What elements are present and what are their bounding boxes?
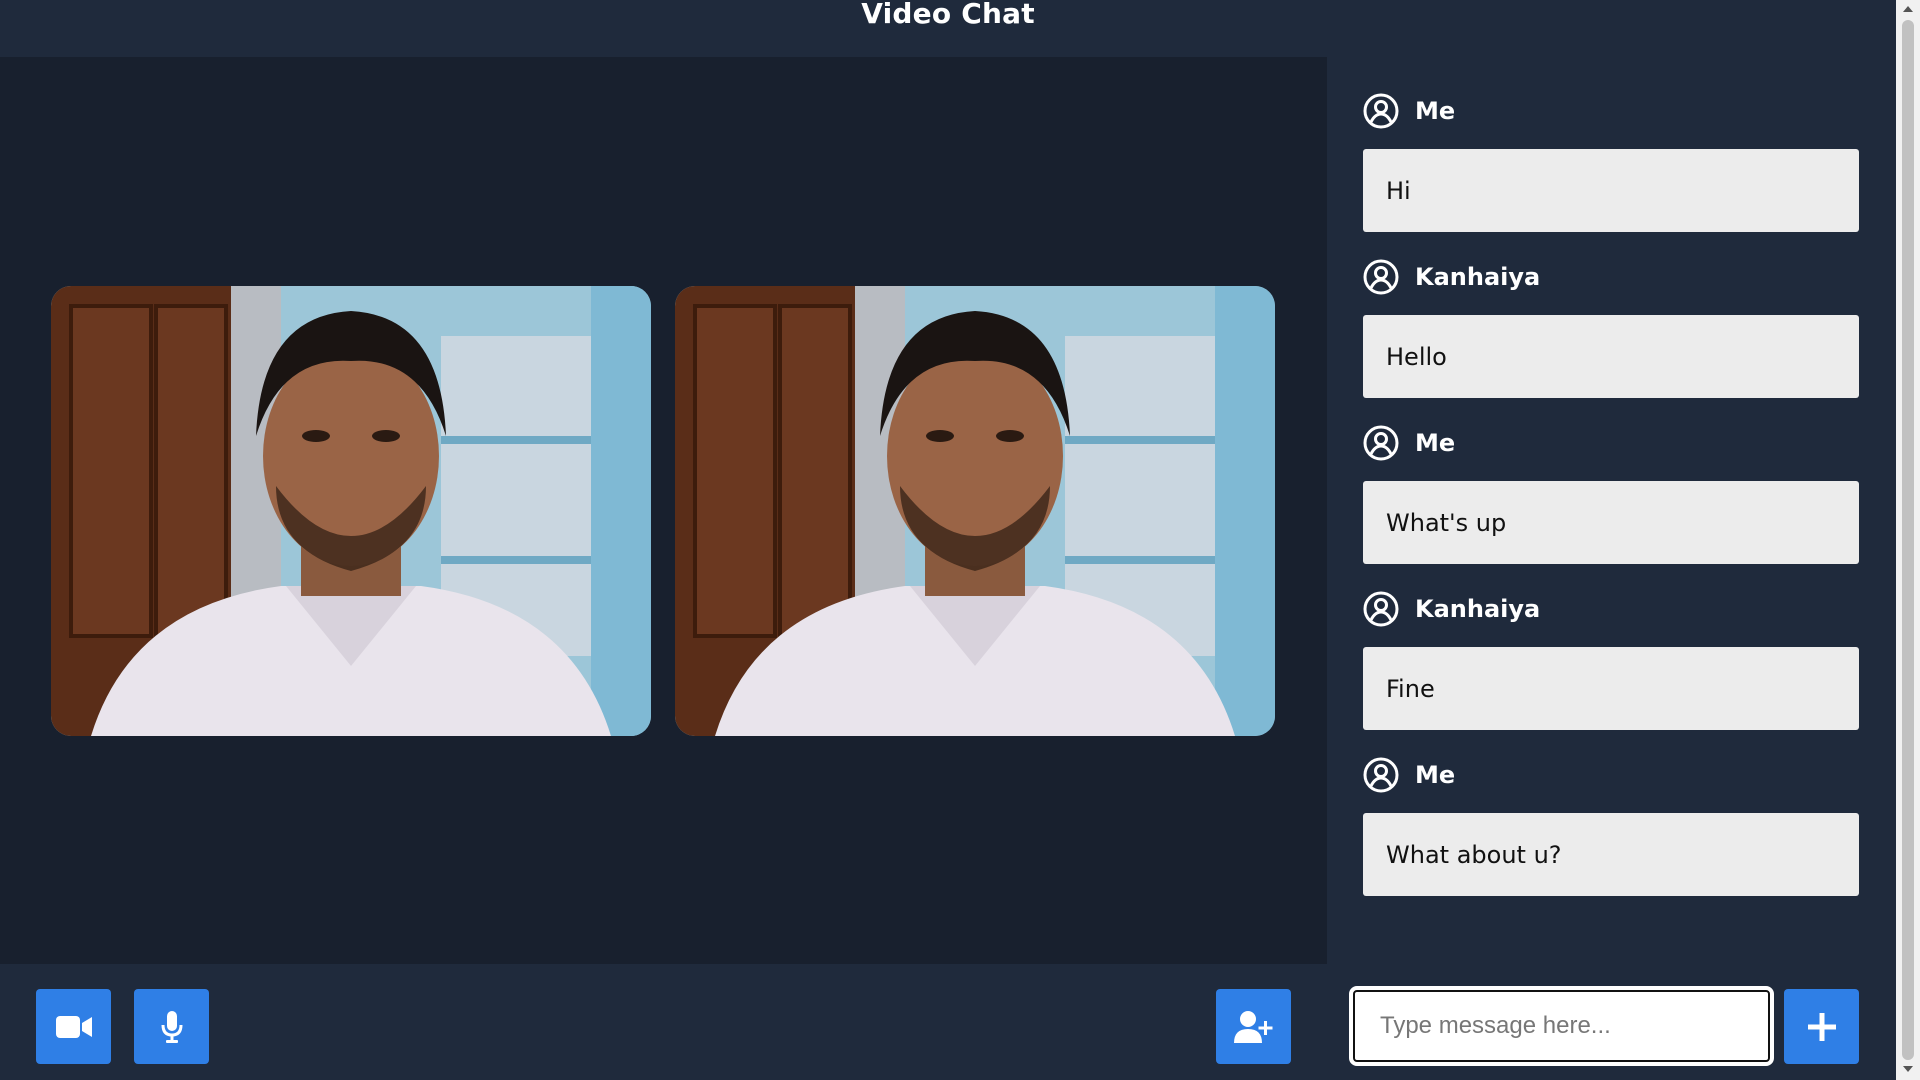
video-camera-icon — [55, 1015, 92, 1038]
message-item: Me Hi — [1363, 91, 1859, 232]
user-circle-icon — [1363, 93, 1399, 129]
message-author: Kanhaiya — [1363, 257, 1859, 297]
video-frame-image — [675, 286, 1275, 736]
message-bubble: What's up — [1363, 481, 1859, 564]
scrollbar-thumb[interactable] — [1902, 20, 1914, 1060]
scroll-down-arrow-icon[interactable] — [1903, 1066, 1913, 1072]
author-name: Kanhaiya — [1415, 595, 1541, 623]
local-video — [51, 286, 651, 736]
page-title: Video Chat — [861, 0, 1035, 30]
author-name: Me — [1415, 761, 1456, 789]
chat-panel: Me Hi Kanhaiya Hello Me What's up Kanhai… — [1327, 57, 1896, 1080]
message-list: Me Hi Kanhaiya Hello Me What's up Kanhai… — [1363, 91, 1859, 921]
message-bubble: Fine — [1363, 647, 1859, 730]
message-input-wrapper — [1349, 986, 1774, 1066]
camera-toggle-button[interactable] — [36, 989, 111, 1064]
message-item: Kanhaiya Fine — [1363, 589, 1859, 730]
user-circle-icon — [1363, 425, 1399, 461]
remote-video — [675, 286, 1275, 736]
add-user-icon — [1233, 1010, 1272, 1043]
message-bubble: Hello — [1363, 315, 1859, 398]
author-name: Me — [1415, 97, 1456, 125]
message-item: Me What's up — [1363, 423, 1859, 564]
message-bubble: Hi — [1363, 149, 1859, 232]
app-header: Video Chat — [0, 0, 1896, 57]
plus-icon — [1807, 1012, 1836, 1041]
message-author: Me — [1363, 423, 1859, 463]
message-item: Me What about u? — [1363, 755, 1859, 896]
author-name: Me — [1415, 429, 1456, 457]
scroll-up-arrow-icon[interactable] — [1903, 6, 1913, 12]
message-author: Me — [1363, 91, 1859, 131]
message-author: Kanhaiya — [1363, 589, 1859, 629]
invite-user-button[interactable] — [1216, 989, 1291, 1064]
message-item: Kanhaiya Hello — [1363, 257, 1859, 398]
video-frame-image — [51, 286, 651, 736]
author-name: Kanhaiya — [1415, 263, 1541, 291]
user-circle-icon — [1363, 259, 1399, 295]
message-author: Me — [1363, 755, 1859, 795]
message-input[interactable] — [1352, 989, 1771, 1063]
mic-toggle-button[interactable] — [134, 989, 209, 1064]
user-circle-icon — [1363, 591, 1399, 627]
user-circle-icon — [1363, 757, 1399, 793]
microphone-icon — [161, 1010, 182, 1043]
send-message-button[interactable] — [1784, 989, 1859, 1064]
message-bubble: What about u? — [1363, 813, 1859, 896]
page-scrollbar[interactable] — [1896, 0, 1920, 1080]
